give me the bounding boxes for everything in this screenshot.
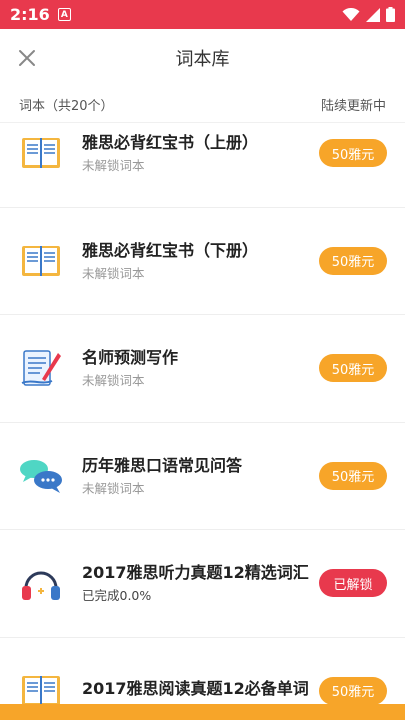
- list-item[interactable]: 雅思必背红宝书（上册） 未解锁词本 50雅元: [0, 123, 405, 208]
- status-icons: [342, 7, 395, 22]
- list-item[interactable]: 历年雅思口语常见问答 未解锁词本 50雅元: [0, 423, 405, 530]
- header: 词本库: [0, 29, 405, 87]
- book-status: 未解锁词本: [82, 158, 145, 174]
- update-status-label: 陆续更新中: [320, 99, 386, 114]
- book-status: 未解锁词本: [82, 265, 145, 281]
- list-item[interactable]: 名师预测写作 未解锁词本 50雅元: [0, 315, 405, 423]
- app-notification-icon: A: [57, 8, 71, 21]
- chat-bubbles-icon: [20, 459, 62, 493]
- cell-signal-icon: [366, 7, 380, 22]
- battery-icon: [386, 7, 395, 22]
- book-progress: 已完成0.0%: [82, 588, 152, 604]
- book-title: 雅思必背红宝书（下册）: [82, 240, 259, 260]
- status-time: 2:16: [10, 5, 50, 24]
- book-title: 2017雅思阅读真题12必备单词: [82, 678, 309, 698]
- status-bar: 2:16 A: [0, 0, 405, 29]
- book-status: 未解锁词本: [82, 373, 145, 389]
- book-title: 雅思必背红宝书（上册）: [82, 133, 259, 153]
- book-count-label: 词本（共20个）: [19, 99, 114, 114]
- unlock-price-button[interactable]: 50雅元: [319, 676, 387, 705]
- close-button[interactable]: [14, 45, 40, 71]
- book-icon: [22, 245, 60, 276]
- unlock-price-button[interactable]: 50雅元: [319, 461, 387, 490]
- unlock-price-button[interactable]: 50雅元: [319, 246, 387, 275]
- bottom-action-bar[interactable]: [0, 704, 405, 720]
- book-title: 历年雅思口语常见问答: [82, 455, 243, 475]
- book-status: 未解锁词本: [82, 480, 145, 496]
- page-title: 词本库: [175, 49, 230, 70]
- book-icon: [22, 138, 60, 169]
- list-subheader: 词本（共20个） 陆续更新中: [0, 87, 405, 123]
- list-item[interactable]: 雅思必背红宝书（下册） 未解锁词本 50雅元: [0, 208, 405, 315]
- unlock-price-button[interactable]: 50雅元: [319, 354, 387, 383]
- quill-paper-icon: [21, 350, 61, 386]
- unlocked-badge-button[interactable]: 已解锁: [319, 569, 387, 598]
- book-title: 2017雅思听力真题12精选词汇: [82, 563, 309, 583]
- book-title: 名师预测写作: [82, 348, 179, 368]
- headphones-icon: [22, 571, 60, 601]
- close-icon: [19, 50, 35, 66]
- wifi-icon: [342, 7, 360, 21]
- list-item[interactable]: 2017雅思听力真题12精选词汇 已完成0.0% 已解锁: [0, 530, 405, 638]
- unlock-price-button[interactable]: 50雅元: [319, 139, 387, 168]
- book-list[interactable]: 雅思必背红宝书（上册） 未解锁词本 50雅元 雅思必背红宝书（下册） 未解锁词本…: [0, 123, 405, 720]
